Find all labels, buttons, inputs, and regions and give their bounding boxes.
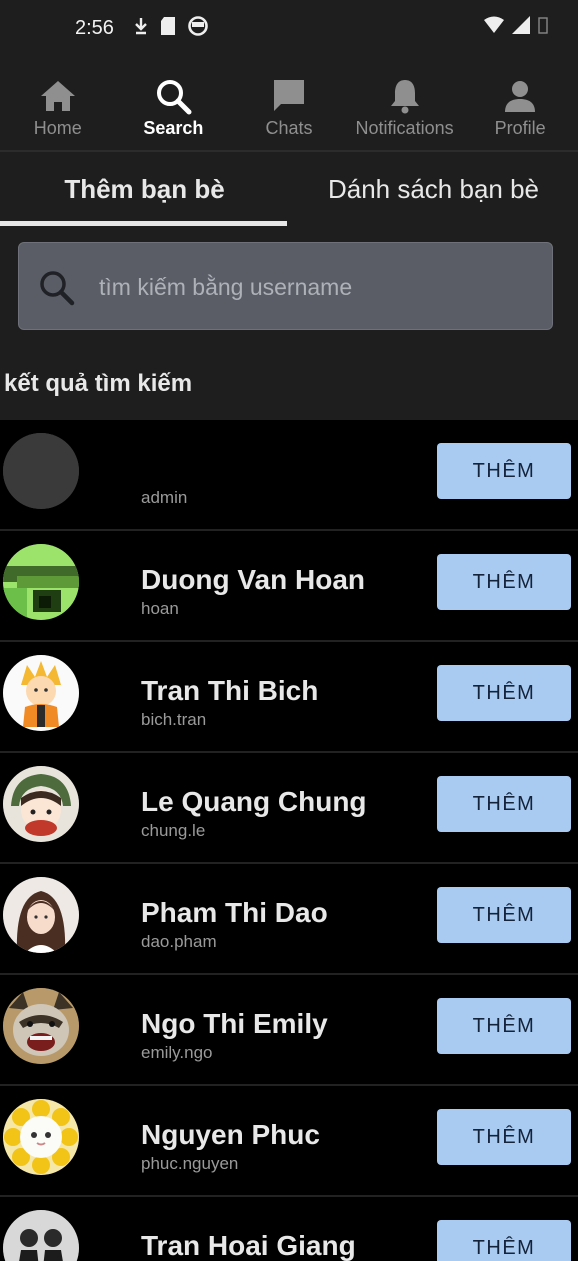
- user-name: Tran Hoai Giang: [141, 1230, 356, 1261]
- nav-label-profile: Profile: [494, 118, 546, 138]
- nav-item-home[interactable]: Home: [0, 58, 116, 150]
- list-item: Le Quang Chung chung.le THÊM: [0, 753, 578, 864]
- status-notification-icons: [134, 16, 208, 36]
- add-friend-button[interactable]: THÊM: [437, 776, 571, 832]
- user-name: Tran Thi Bich: [141, 675, 319, 706]
- tab-friend-list[interactable]: Dánh sách bạn bè: [289, 152, 578, 226]
- home-icon: [40, 81, 75, 111]
- avatar: [3, 655, 79, 731]
- download-icon: [135, 18, 147, 35]
- user-username: bich.tran: [141, 710, 207, 729]
- nav-label-search: Search: [143, 118, 204, 138]
- status-system-icons: [484, 16, 548, 34]
- nav-label-chats: Chats: [265, 118, 313, 138]
- search-icon: [157, 80, 192, 115]
- chat-icon: [273, 80, 304, 111]
- nav-item-search[interactable]: Search: [116, 58, 232, 150]
- user-name: Pham Thi Dao: [141, 897, 328, 928]
- results-list: admin THÊM Duong Van Hoan hoan THÊM Tran…: [0, 420, 578, 1261]
- main-nav: Home Search Chats Notifications Profile: [0, 58, 578, 152]
- add-friend-button[interactable]: THÊM: [437, 998, 571, 1054]
- avatar: [3, 1099, 79, 1175]
- add-friend-button[interactable]: THÊM: [437, 665, 571, 721]
- avatar: [3, 766, 79, 842]
- person-icon: [505, 81, 536, 112]
- sd-card-icon: [161, 17, 175, 35]
- user-username: phuc.nguyen: [141, 1154, 239, 1173]
- list-item: Tran Thi Bich bich.tran THÊM: [0, 642, 578, 753]
- list-item: admin THÊM: [0, 420, 578, 531]
- add-friend-button[interactable]: THÊM: [437, 443, 571, 499]
- user-name: Ngo Thi Emily: [141, 1008, 328, 1039]
- avatar: [3, 988, 79, 1064]
- user-username: hoan: [141, 599, 179, 618]
- nav-item-chats[interactable]: Chats: [231, 58, 347, 150]
- user-username: admin: [141, 488, 188, 507]
- user-name: Le Quang Chung: [141, 786, 367, 817]
- battery-icon: [538, 17, 548, 34]
- add-friend-button[interactable]: THÊM: [437, 554, 571, 610]
- android-face-icon: [188, 16, 208, 36]
- user-username: emily.ngo: [141, 1043, 213, 1062]
- signal-icon: [512, 16, 530, 34]
- user-name: Nguyen Phuc: [141, 1119, 320, 1150]
- status-time: 2:56: [75, 17, 114, 39]
- user-username: chung.le: [141, 821, 206, 840]
- add-friend-button[interactable]: THÊM: [437, 1220, 571, 1261]
- list-item: Pham Thi Dao dao.pham THÊM: [0, 864, 578, 975]
- search-box[interactable]: [18, 242, 553, 330]
- friend-tabs: Thêm bạn bè Dánh sách bạn bè: [0, 152, 578, 226]
- nav-label-home: Home: [33, 118, 82, 138]
- user-name: Duong Van Hoan: [141, 564, 365, 595]
- bell-icon: [390, 80, 419, 114]
- avatar: [3, 544, 79, 620]
- list-item: Duong Van Hoan hoan THÊM: [0, 531, 578, 642]
- add-friend-button[interactable]: THÊM: [437, 1109, 571, 1165]
- add-friend-button[interactable]: THÊM: [437, 887, 571, 943]
- tab-add-friends[interactable]: Thêm bạn bè: [0, 152, 289, 226]
- nav-item-profile[interactable]: Profile: [462, 58, 578, 150]
- search-section: kết quả tìm kiếm: [0, 226, 578, 420]
- user-username: dao.pham: [141, 932, 217, 951]
- nav-label-notifications: Notifications: [355, 118, 454, 138]
- nav-item-notifications[interactable]: Notifications: [347, 58, 463, 150]
- list-item: Ngo Thi Emily emily.ngo THÊM: [0, 975, 578, 1086]
- avatar: [3, 1210, 79, 1261]
- status-bar: 2:56: [0, 0, 578, 58]
- list-item: Nguyen Phuc phuc.nguyen THÊM: [0, 1086, 578, 1197]
- list-item: Tran Hoai Giang THÊM: [0, 1197, 578, 1261]
- search-icon: [40, 271, 75, 306]
- wifi-icon: [484, 16, 504, 33]
- avatar: [3, 433, 79, 509]
- results-title: kết quả tìm kiếm: [4, 370, 193, 397]
- username-search-input[interactable]: [97, 263, 541, 311]
- avatar: [3, 877, 79, 953]
